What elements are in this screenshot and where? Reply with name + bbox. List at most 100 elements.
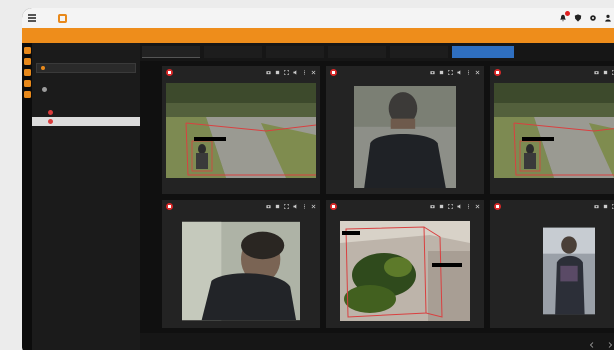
view-tabs xyxy=(140,43,614,61)
tab-highlighted[interactable] xyxy=(452,46,514,58)
camera-icon[interactable] xyxy=(594,204,599,209)
menu-icon[interactable] xyxy=(28,12,44,24)
grid-footer xyxy=(140,333,614,350)
rail-home-icon[interactable] xyxy=(23,47,31,54)
video-frame[interactable] xyxy=(543,220,595,322)
close-icon[interactable] xyxy=(475,70,480,75)
tab-5[interactable] xyxy=(390,46,448,58)
camera-tile[interactable] xyxy=(490,200,614,328)
record-icon[interactable] xyxy=(275,70,280,75)
more-icon[interactable] xyxy=(466,204,471,209)
camera-tile-header xyxy=(490,200,614,213)
fullscreen-icon[interactable] xyxy=(448,204,453,209)
close-icon[interactable] xyxy=(311,204,316,209)
camera-tile[interactable] xyxy=(326,66,484,194)
video-area xyxy=(326,79,484,194)
stop-stream-icon[interactable] xyxy=(330,69,337,76)
tab-2[interactable] xyxy=(204,46,262,58)
fullscreen-icon[interactable] xyxy=(284,204,289,209)
tree-item-camera[interactable] xyxy=(32,108,140,117)
stop-stream-icon[interactable] xyxy=(494,69,501,76)
speaker-icon[interactable] xyxy=(293,204,298,209)
record-icon[interactable] xyxy=(603,70,608,75)
site-selector[interactable] xyxy=(36,63,136,73)
record-icon[interactable] xyxy=(275,204,280,209)
alert-badge xyxy=(565,11,570,16)
speaker-icon[interactable] xyxy=(457,204,462,209)
rail-cameras-icon[interactable] xyxy=(23,58,31,65)
tile-toolbar xyxy=(430,204,480,209)
fullscreen-icon[interactable] xyxy=(448,70,453,75)
speaker-icon[interactable] xyxy=(293,70,298,75)
camera-tile[interactable] xyxy=(490,66,614,194)
top-app-bar xyxy=(22,8,614,28)
camera-status-icon xyxy=(48,119,53,124)
camera-tile-header xyxy=(326,66,484,79)
tab-1[interactable] xyxy=(142,46,200,58)
more-icon[interactable] xyxy=(302,204,307,209)
rail-alerts-icon[interactable] xyxy=(23,69,31,76)
video-area xyxy=(326,213,484,328)
video-area xyxy=(162,79,320,194)
close-icon[interactable] xyxy=(475,204,480,209)
tile-toolbar xyxy=(594,70,614,75)
stop-stream-icon[interactable] xyxy=(166,69,173,76)
tree-section-header[interactable] xyxy=(38,85,140,93)
more-icon[interactable] xyxy=(466,70,471,75)
camera-icon[interactable] xyxy=(266,204,271,209)
tree-search-input[interactable] xyxy=(36,48,136,60)
user-icon[interactable] xyxy=(604,14,612,22)
gear-icon[interactable] xyxy=(589,14,597,22)
camera-tile-header xyxy=(162,200,320,213)
topbar-actions xyxy=(559,11,612,22)
camera-tree xyxy=(32,99,140,126)
video-frame[interactable] xyxy=(340,220,470,322)
shield-icon[interactable] xyxy=(574,14,582,22)
camera-icon[interactable] xyxy=(430,70,435,75)
status-dot-icon xyxy=(41,66,45,70)
page-title-bar xyxy=(22,28,614,43)
video-area xyxy=(490,79,614,194)
camera-icon[interactable] xyxy=(594,70,599,75)
tile-toolbar xyxy=(594,204,614,209)
tab-3[interactable] xyxy=(266,46,324,58)
camera-tile[interactable] xyxy=(326,200,484,328)
camera-tile-header xyxy=(162,66,320,79)
video-frame[interactable] xyxy=(354,85,456,188)
video-area xyxy=(162,213,320,328)
stop-stream-icon[interactable] xyxy=(166,203,173,210)
app-window xyxy=(22,8,614,350)
video-frame[interactable] xyxy=(494,83,614,178)
record-icon[interactable] xyxy=(603,204,608,209)
tab-4[interactable] xyxy=(328,46,386,58)
tree-item-group[interactable] xyxy=(32,99,140,108)
prev-page-icon[interactable] xyxy=(588,341,596,349)
site-tree-panel xyxy=(32,43,140,350)
tile-toolbar xyxy=(266,204,316,209)
video-frame[interactable] xyxy=(182,220,300,322)
record-icon[interactable] xyxy=(439,70,444,75)
tree-item-camera-selected[interactable] xyxy=(32,117,140,126)
tile-toolbar xyxy=(266,70,316,75)
video-frame[interactable] xyxy=(166,83,316,178)
camera-icon[interactable] xyxy=(430,204,435,209)
stop-stream-icon[interactable] xyxy=(494,203,501,210)
camera-grid xyxy=(140,61,614,333)
next-page-icon[interactable] xyxy=(606,341,614,349)
speaker-icon[interactable] xyxy=(457,70,462,75)
brand-logo xyxy=(58,13,70,23)
record-icon[interactable] xyxy=(439,204,444,209)
rail-settings-icon[interactable] xyxy=(23,91,31,98)
rail-search-icon[interactable] xyxy=(23,80,31,87)
camera-tile[interactable] xyxy=(162,66,320,194)
stop-stream-icon[interactable] xyxy=(330,203,337,210)
bell-icon[interactable] xyxy=(559,11,570,22)
icon-rail xyxy=(22,43,32,350)
fullscreen-icon[interactable] xyxy=(284,70,289,75)
close-icon[interactable] xyxy=(311,70,316,75)
camera-status-icon xyxy=(48,110,53,115)
camera-tile[interactable] xyxy=(162,200,320,328)
tile-toolbar xyxy=(430,70,480,75)
camera-icon[interactable] xyxy=(266,70,271,75)
more-icon[interactable] xyxy=(302,70,307,75)
